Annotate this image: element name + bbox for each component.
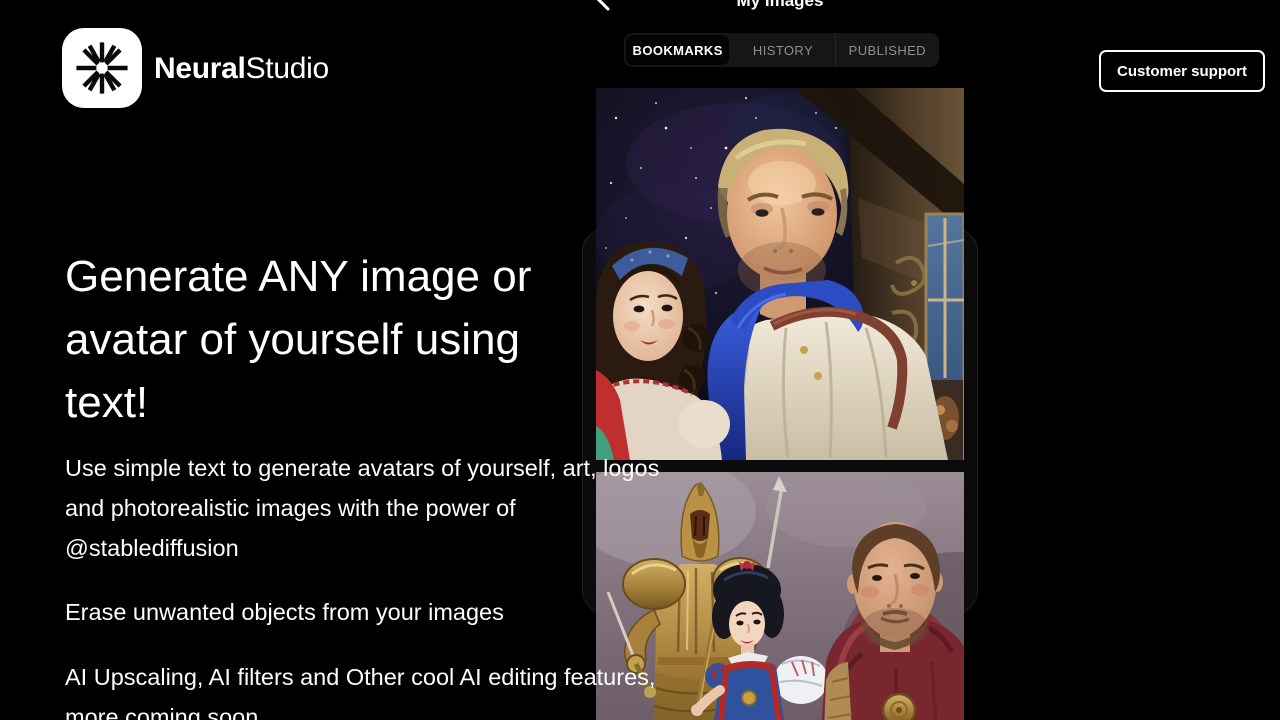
hero-paragraph-1: Use simple text to generate avatars of y… — [65, 455, 660, 561]
brand-wordmark: NeuralStudio — [154, 52, 329, 86]
brand-regular: Studio — [245, 52, 330, 85]
hero-paragraph-2: Erase unwanted objects from your images — [65, 599, 504, 625]
screen-title: My Images — [736, 0, 824, 10]
brand-bold: Neural — [154, 52, 246, 85]
tab-published[interactable]: PUBLISHED — [834, 33, 939, 67]
starburst-icon — [76, 42, 128, 94]
hero-paragraph-3: AI Upscaling, AI filters and Other cool … — [65, 664, 656, 720]
gallery-image-couple[interactable] — [596, 88, 964, 460]
gallery-tabbar: BOOKMARKS HISTORY PUBLISHED — [624, 33, 939, 67]
hero-heading: Generate ANY image or avatar of yourself… — [65, 252, 532, 427]
customer-support-button[interactable]: Customer support — [1099, 50, 1265, 92]
tab-history[interactable]: HISTORY — [731, 33, 834, 67]
tab-bookmarks[interactable]: BOOKMARKS — [626, 35, 730, 65]
couple-portrait-art — [596, 88, 964, 460]
neuralstudio-logo[interactable] — [62, 28, 142, 108]
